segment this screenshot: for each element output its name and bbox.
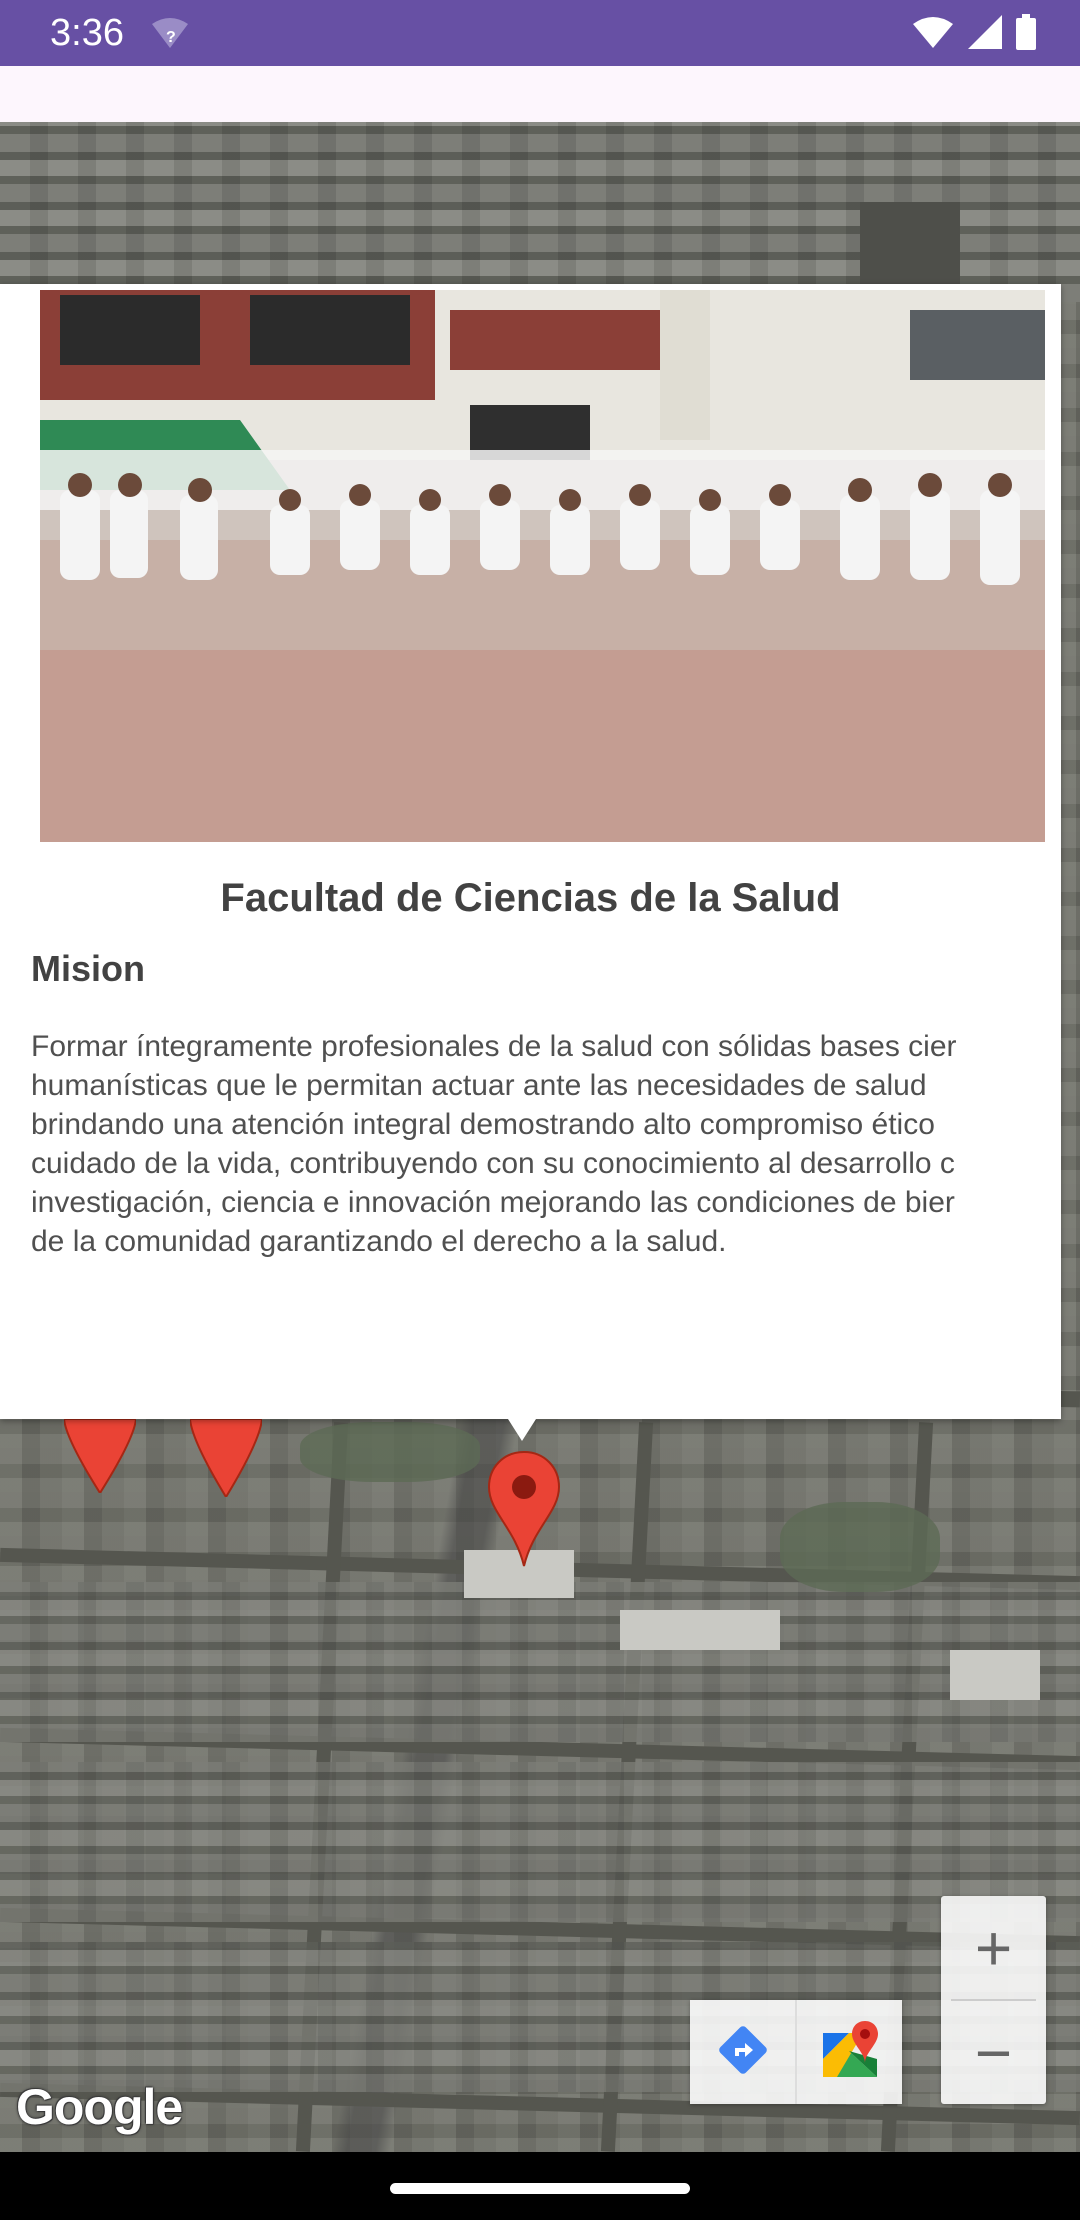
map-building [620, 1610, 780, 1650]
map-blocks [0, 1582, 1080, 1742]
info-subtitle: Mision [31, 948, 145, 989]
status-time: 3:36 [50, 12, 124, 54]
info-body-line: Formar íntegramente profesionales de la … [31, 1030, 957, 1063]
zoom-in-button[interactable]: + [941, 1896, 1046, 1999]
open-in-maps-button[interactable] [797, 2000, 902, 2104]
info-body-line: investigación, ciencia e innovación mejo… [31, 1186, 955, 1219]
map-marker-2[interactable] [188, 1418, 264, 1502]
google-maps-icon [819, 2019, 881, 2086]
svg-text:?: ? [166, 29, 176, 46]
faculty-photo [40, 290, 1045, 842]
google-logo: Google [16, 2079, 183, 2135]
directions-icon [715, 2022, 771, 2083]
signal-icon [968, 15, 1002, 54]
battery-icon [1016, 14, 1036, 55]
zoom-controls: + − [941, 1896, 1046, 2104]
info-body-line: brindando una atención integral demostra… [31, 1108, 935, 1141]
status-bar: 3:36 ? [0, 0, 1080, 66]
info-window-tail [508, 1419, 536, 1441]
map-marker-selected[interactable] [487, 1450, 561, 1573]
info-body: Formar íntegramente profesionales de la … [31, 1027, 1046, 1267]
map-blocks [0, 1762, 1080, 1922]
wifi-question-icon: ? [150, 16, 190, 50]
map-toolbar [690, 2000, 902, 2104]
wifi-icon [912, 15, 954, 54]
info-window[interactable]: Facultad de Ciencias de la Salud Mision … [0, 284, 1061, 1419]
directions-button[interactable] [690, 2000, 795, 2104]
map-marker-1[interactable] [62, 1418, 138, 1498]
home-gesture-handle[interactable] [390, 2183, 690, 2194]
map-blocks [0, 1942, 1080, 2092]
map-vegetation [300, 1422, 480, 1482]
info-body-line: de la comunidad garantizando el derecho … [31, 1225, 727, 1258]
info-title: Facultad de Ciencias de la Salud [220, 876, 841, 920]
zoom-out-button[interactable]: − [941, 2001, 1046, 2104]
info-body-line: cuidado de la vida, contribuyendo con su… [31, 1147, 955, 1180]
map-vegetation [780, 1502, 940, 1592]
info-body-line: humanísticas que le permitan actuar ante… [31, 1069, 927, 1102]
screen: 3:36 ? Facultad de Ciencias de la Salud … [0, 0, 1080, 2220]
map-building [950, 1650, 1040, 1700]
app-bar [0, 66, 1080, 122]
